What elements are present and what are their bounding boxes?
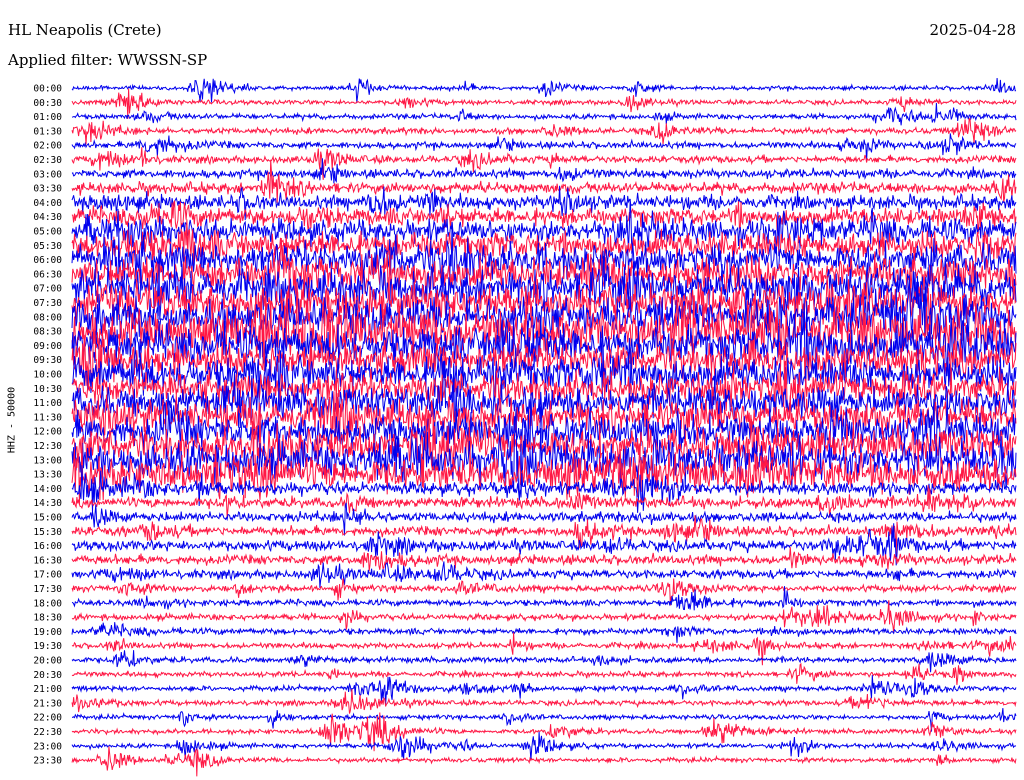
time-tick-label: 01:00 [33, 112, 62, 123]
time-tick-label: 14:30 [33, 498, 62, 509]
time-tick-label: 23:00 [33, 741, 62, 752]
time-tick-label: 00:00 [33, 84, 62, 95]
time-tick-label: 18:00 [33, 598, 62, 609]
time-tick-label: 15:00 [33, 513, 62, 524]
time-tick-label: 01:30 [33, 126, 62, 137]
trace-line-23:00 [71, 731, 1017, 761]
time-tick-label: 11:30 [33, 412, 62, 423]
trace-line-01:30 [71, 118, 1017, 145]
trace-line-20:30 [71, 662, 1017, 685]
trace-line-23:30 [71, 746, 1017, 777]
time-tick-label: 22:30 [33, 727, 62, 738]
time-tick-label: 15:30 [33, 527, 62, 538]
time-tick-label: 13:00 [33, 455, 62, 466]
time-tick-label: 06:00 [33, 255, 62, 266]
time-tick-label: 00:30 [33, 98, 62, 109]
trace-line-00:00 [71, 78, 1017, 103]
time-tick-label: 22:00 [33, 713, 62, 724]
time-tick-label: 16:30 [33, 555, 62, 566]
time-tick-label: 21:00 [33, 684, 62, 695]
trace-line-20:00 [71, 650, 1017, 673]
time-tick-label: 07:30 [33, 298, 62, 309]
time-tick-label: 11:00 [33, 398, 62, 409]
time-tick-label: 09:30 [33, 355, 62, 366]
trace-line-02:00 [71, 133, 1017, 162]
time-tick-label: 20:00 [33, 656, 62, 667]
time-tick-label: 05:30 [33, 241, 62, 252]
time-axis-labels: 00:00 00:30 01:00 01:30 02:00 02:30 03:00 03:30… [33, 84, 62, 767]
time-tick-label: 02:00 [33, 141, 62, 152]
time-tick-label: 04:00 [33, 198, 62, 209]
time-tick-label: 14:00 [33, 484, 62, 495]
time-tick-label: 03:00 [33, 169, 62, 180]
time-tick-label: 03:30 [33, 184, 62, 195]
trace-line-16:30 [71, 547, 1017, 572]
trace-line-22:00 [71, 708, 1017, 732]
seismic-traces [71, 78, 1017, 777]
trace-line-19:00 [71, 622, 1017, 643]
time-tick-label: 07:00 [33, 284, 62, 295]
time-tick-label: 08:30 [33, 327, 62, 338]
time-tick-label: 12:30 [33, 441, 62, 452]
time-tick-label: 16:00 [33, 541, 62, 552]
time-tick-label: 18:30 [33, 613, 62, 624]
time-tick-label: 09:00 [33, 341, 62, 352]
time-tick-label: 20:30 [33, 670, 62, 681]
time-tick-label: 21:30 [33, 698, 62, 709]
trace-line-01:00 [71, 102, 1017, 126]
time-tick-label: 04:30 [33, 212, 62, 223]
time-tick-label: 17:00 [33, 570, 62, 581]
trace-line-17:00 [71, 561, 1017, 588]
helicorder-plot: 00:00 00:30 01:00 01:30 02:00 02:30 03:00 03:30… [33, 78, 1017, 777]
time-tick-label: 19:00 [33, 627, 62, 638]
time-tick-label: 02:30 [33, 155, 62, 166]
trace-line-03:30 [71, 159, 1017, 203]
trace-line-15:30 [71, 515, 1017, 557]
time-tick-label: 12:00 [33, 427, 62, 438]
time-tick-label: 19:30 [33, 641, 62, 652]
time-tick-label: 23:30 [33, 756, 62, 767]
time-tick-label: 17:30 [33, 584, 62, 595]
time-tick-label: 06:30 [33, 269, 62, 280]
time-tick-label: 08:00 [33, 312, 62, 323]
trace-line-18:30 [71, 600, 1017, 634]
time-tick-label: 10:30 [33, 384, 62, 395]
time-tick-label: 13:30 [33, 470, 62, 481]
trace-line-11:00 [71, 360, 1017, 430]
time-tick-label: 10:00 [33, 370, 62, 381]
time-tick-label: 05:00 [33, 227, 62, 238]
